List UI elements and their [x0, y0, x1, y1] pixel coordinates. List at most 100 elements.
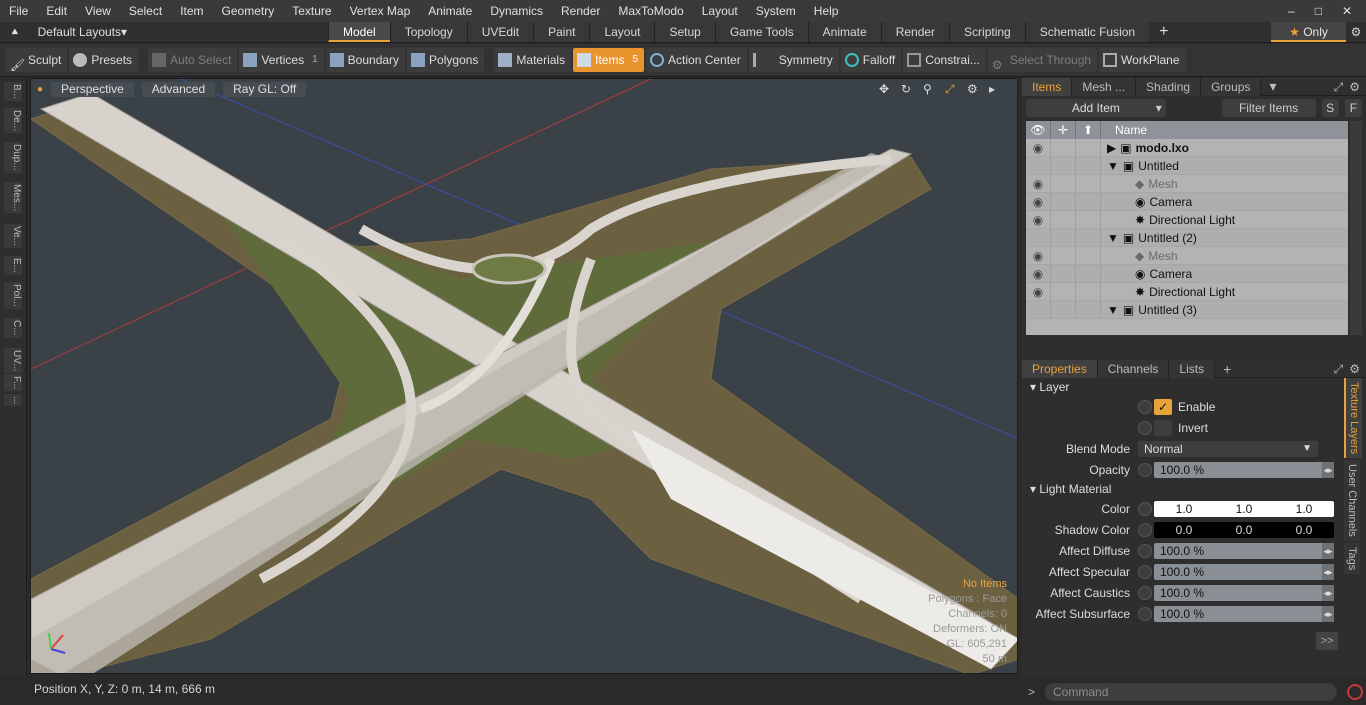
tab-uvedit[interactable]: UVEdit — [466, 22, 534, 42]
menu-render[interactable]: Render — [552, 0, 609, 22]
constrain-button[interactable]: Constrai... — [903, 48, 986, 72]
tab-setup[interactable]: Setup — [654, 22, 715, 42]
lock-icon[interactable] — [1051, 210, 1076, 229]
f-button[interactable]: F — [1344, 99, 1363, 117]
lock-icon[interactable] — [1051, 138, 1076, 157]
items-button[interactable]: Items 5 — [573, 48, 645, 72]
item-tree-scrollbar[interactable] — [1350, 121, 1362, 335]
visibility-eye-icon[interactable]: ◉ — [1026, 282, 1051, 301]
viewport-menu-icon[interactable]: ● — [37, 84, 43, 95]
type-column-icon[interactable]: ⬆ — [1076, 121, 1101, 139]
tab-schematic-fusion[interactable]: Schematic Fusion — [1024, 22, 1150, 42]
viewport-gear-icon[interactable]: ⚙ — [967, 82, 981, 96]
affect-subsurface-field[interactable]: 100.0 % ◂▸ — [1154, 605, 1334, 622]
lock-icon[interactable] — [1051, 282, 1076, 301]
shading-mode-button[interactable]: Advanced — [141, 81, 216, 97]
vertices-button[interactable]: Vertices 1 — [239, 48, 324, 72]
tree-row[interactable]: ▼ ▣ Untitled — [1026, 156, 1348, 175]
opacity-knob[interactable] — [1138, 462, 1152, 477]
menu-layout[interactable]: Layout — [693, 0, 747, 22]
viewport-expand-icon[interactable]: ▸ — [989, 82, 1003, 96]
visibility-eye-icon[interactable]: ◉ — [1026, 264, 1051, 283]
presets-button[interactable]: Presets — [69, 48, 139, 72]
stepper-icon[interactable]: ◂▸ — [1322, 542, 1334, 559]
stepper-icon[interactable]: ◂▸ — [1322, 605, 1334, 622]
left-tab-6[interactable]: Pol... — [4, 282, 22, 309]
enable-checkbox[interactable]: ✓ — [1154, 398, 1172, 415]
lock-icon[interactable] — [1051, 300, 1076, 319]
lock-icon[interactable] — [1051, 192, 1076, 211]
items-tab-1[interactable]: Mesh ... — [1072, 77, 1137, 96]
menu-file[interactable]: File — [0, 0, 37, 22]
tree-row[interactable]: ◉ ✸ Directional Light — [1026, 210, 1348, 229]
tab-animate[interactable]: Animate — [807, 22, 881, 42]
raygl-button[interactable]: Ray GL: Off — [223, 81, 307, 97]
zoom-view-icon[interactable]: ⚲ — [923, 82, 937, 96]
visibility-eye-icon[interactable] — [1026, 156, 1051, 175]
polygons-button[interactable]: Polygons — [407, 48, 485, 72]
tree-row[interactable]: ◉ ◉ Camera — [1026, 192, 1348, 211]
visibility-eye-icon[interactable]: ◉ — [1026, 246, 1051, 265]
lock-icon[interactable] — [1051, 228, 1076, 247]
s-button[interactable]: S — [1321, 99, 1339, 117]
menu-texture[interactable]: Texture — [283, 0, 340, 22]
side-tab-2[interactable]: Tags — [1344, 542, 1360, 575]
color-field[interactable]: 1.0 1.0 1.0 — [1154, 500, 1334, 517]
lock-icon[interactable] — [1051, 174, 1076, 193]
left-tab-10[interactable]: ... — [4, 394, 22, 407]
tree-row[interactable]: ▼ ▣ Untitled (2) — [1026, 228, 1348, 247]
color-knob[interactable] — [1138, 501, 1152, 516]
maximize-icon[interactable]: □ — [1309, 0, 1328, 22]
add-item-button[interactable]: Add Item ▾ — [1026, 99, 1166, 117]
collapse-icon[interactable]: ⯅ — [10, 25, 20, 40]
popout-icon[interactable]: ⤢ — [1334, 80, 1344, 95]
falloff-button[interactable]: Falloff — [840, 48, 902, 72]
items-tab-3[interactable]: Groups — [1201, 77, 1262, 96]
affect-caustics-knob[interactable] — [1138, 585, 1152, 600]
menu-dynamics[interactable]: Dynamics — [481, 0, 552, 22]
props-tab-2[interactable]: Lists — [1169, 359, 1216, 378]
boundary-button[interactable]: Boundary — [325, 48, 406, 72]
visibility-eye-icon[interactable]: ◉ — [1026, 174, 1051, 193]
items-tab-0[interactable]: Items — [1022, 77, 1073, 96]
tab-model[interactable]: Model — [328, 22, 390, 42]
auto-select-button[interactable]: Auto Select — [148, 48, 238, 72]
expand-arrow-icon[interactable]: ▼ — [1107, 231, 1119, 245]
shadow-color-knob[interactable] — [1138, 522, 1152, 537]
stepper-icon[interactable]: ◂▸ — [1322, 461, 1334, 478]
visibility-eye-icon[interactable]: ◉ — [1026, 192, 1051, 211]
sculpt-button[interactable]: 🖌 Sculpt — [6, 48, 68, 72]
workplane-button[interactable]: WorkPlane — [1099, 48, 1186, 72]
tree-row[interactable]: ◉ ◆ Mesh — [1026, 174, 1348, 193]
props-popout-icon[interactable]: ⤢ — [1334, 362, 1344, 377]
menu-select[interactable]: Select — [120, 0, 171, 22]
visibility-eye-icon[interactable]: ◉ — [1026, 138, 1051, 157]
tree-row[interactable]: ◉ ▶ ▣ modo.lxo — [1026, 138, 1348, 157]
menu-maxtomodo[interactable]: MaxToModo — [609, 0, 692, 22]
affect-caustics-field[interactable]: 100.0 % ◂▸ — [1154, 584, 1334, 601]
affect-diffuse-field[interactable]: 100.0 % ◂▸ — [1154, 542, 1334, 559]
menu-system[interactable]: System — [747, 0, 805, 22]
affect-diffuse-knob[interactable] — [1138, 543, 1152, 558]
only-toggle[interactable]: ★ Only — [1271, 22, 1346, 42]
layouts-dropdown[interactable]: ⯅ Default Layouts ▾ — [0, 25, 328, 40]
visibility-eye-icon[interactable]: ◉ — [1026, 210, 1051, 229]
symmetry-button[interactable]: Symmetry — [748, 48, 839, 72]
tab-game-tools[interactable]: Game Tools — [714, 22, 808, 42]
expand-button[interactable]: >> — [1316, 632, 1338, 650]
light-material-section-header[interactable]: ▾ Light Material — [1022, 480, 1366, 498]
tree-row[interactable]: ◉ ◉ Camera — [1026, 264, 1348, 283]
gear-icon[interactable]: ⚙ — [1346, 25, 1366, 39]
menu-geometry[interactable]: Geometry — [213, 0, 284, 22]
action-center-button[interactable]: Action Center — [646, 48, 747, 72]
menu-animate[interactable]: Animate — [419, 0, 481, 22]
left-tab-3[interactable]: Mes... — [4, 182, 22, 214]
menu-vertex-map[interactable]: Vertex Map — [341, 0, 420, 22]
left-tab-4[interactable]: Ve... — [4, 224, 22, 249]
lock-icon[interactable] — [1051, 156, 1076, 175]
stepper-icon[interactable]: ◂▸ — [1322, 584, 1334, 601]
left-tab-0[interactable]: B... — [4, 82, 22, 102]
shadow-color-field[interactable]: 0.0 0.0 0.0 — [1154, 521, 1334, 538]
add-props-tab-icon[interactable]: + — [1215, 361, 1239, 377]
invert-checkbox[interactable] — [1154, 419, 1172, 436]
